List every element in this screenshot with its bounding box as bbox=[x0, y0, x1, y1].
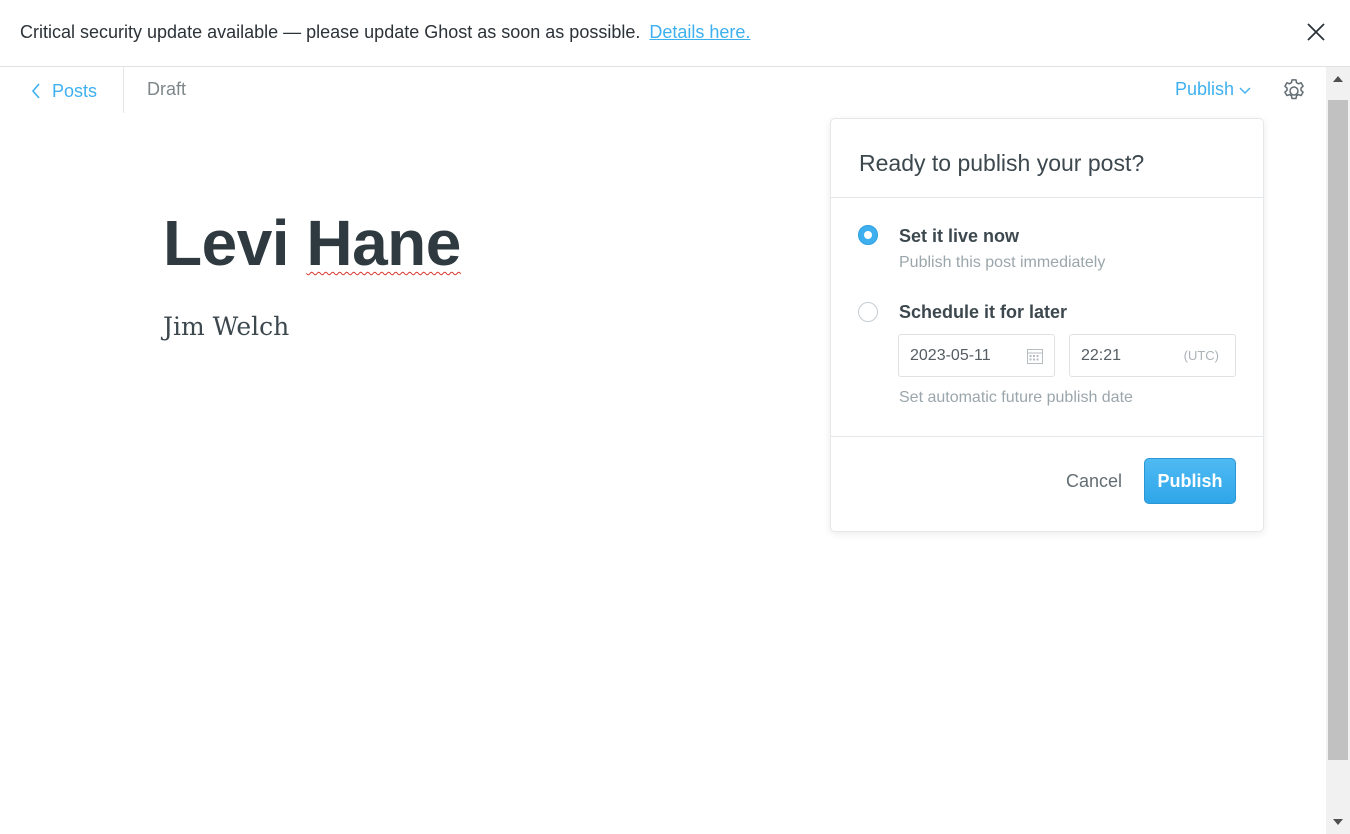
schedule-time-value: 22:21 bbox=[1081, 347, 1122, 364]
editor-header: Posts Draft Publish bbox=[0, 67, 1326, 113]
scroll-down-icon bbox=[1333, 819, 1343, 825]
close-icon bbox=[1307, 23, 1325, 41]
back-link-label: Posts bbox=[52, 80, 98, 101]
schedule-later-description: Set automatic future publish date bbox=[899, 389, 1133, 406]
schedule-time-input[interactable]: 22:21 (UTC) bbox=[1069, 334, 1236, 377]
schedule-later-radio[interactable] bbox=[858, 302, 878, 322]
alert-message: Critical security update available — ple… bbox=[20, 22, 641, 42]
publish-trigger-label: Publish bbox=[1175, 79, 1235, 99]
publish-now-description: Publish this post immediately bbox=[899, 254, 1106, 271]
scrollbar-thumb[interactable] bbox=[1328, 100, 1348, 760]
chevron-left-icon bbox=[31, 83, 40, 99]
post-status: Draft bbox=[147, 79, 187, 99]
chevron-down-icon bbox=[1239, 87, 1251, 94]
scroll-up-button[interactable] bbox=[1326, 67, 1350, 91]
post-settings-button[interactable] bbox=[1280, 77, 1308, 105]
post-title[interactable]: Levi Hane bbox=[163, 206, 461, 280]
vertical-scrollbar[interactable] bbox=[1326, 67, 1350, 834]
publish-dropdown: Ready to publish your post? Set it live … bbox=[830, 118, 1264, 532]
publish-dropdown-heading: Ready to publish your post? bbox=[859, 150, 1145, 176]
back-to-posts-link[interactable]: Posts bbox=[30, 79, 97, 103]
scroll-up-icon bbox=[1333, 76, 1343, 82]
calendar-icon bbox=[1027, 349, 1043, 364]
timezone-label: (UTC) bbox=[1183, 348, 1219, 363]
publish-now-radio[interactable] bbox=[858, 225, 878, 245]
cancel-button[interactable]: Cancel bbox=[1066, 471, 1122, 492]
post-title-first-word: Levi bbox=[163, 207, 290, 279]
gear-icon bbox=[1284, 79, 1304, 100]
alert-details-link[interactable]: Details here. bbox=[649, 22, 750, 42]
header-divider bbox=[123, 67, 124, 113]
publish-dropdown-divider bbox=[831, 197, 1263, 198]
close-alert-button[interactable] bbox=[1302, 18, 1330, 46]
schedule-later-label[interactable]: Schedule it for later bbox=[899, 302, 1067, 323]
publish-menu-trigger[interactable]: Publish bbox=[1175, 79, 1252, 100]
schedule-date-input[interactable]: 2023-05-11 bbox=[898, 334, 1055, 377]
alert-text: Critical security update available — ple… bbox=[20, 22, 750, 43]
schedule-date-value: 2023-05-11 bbox=[910, 347, 991, 364]
scroll-down-button[interactable] bbox=[1326, 810, 1350, 834]
publish-button[interactable]: Publish bbox=[1144, 458, 1236, 504]
security-alert-banner: Critical security update available — ple… bbox=[0, 0, 1350, 67]
post-body-text[interactable]: Jim Welch bbox=[163, 312, 289, 341]
post-title-second-word: Hane bbox=[306, 207, 461, 279]
publish-now-label[interactable]: Set it live now bbox=[899, 226, 1019, 247]
publish-dropdown-footer-divider bbox=[831, 436, 1263, 437]
